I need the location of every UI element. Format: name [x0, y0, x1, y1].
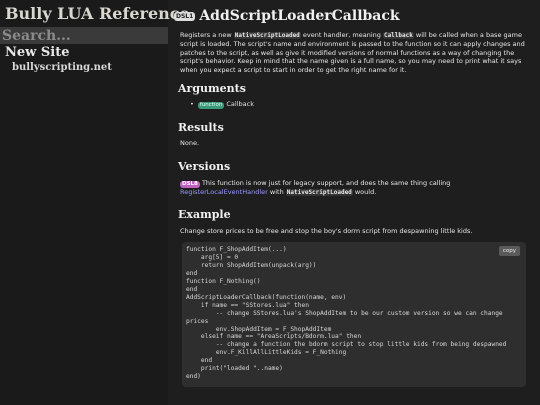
inline-code: Callback: [382, 32, 414, 39]
argument-item: • function Callback: [190, 100, 254, 109]
versions-text: DSL8 This function is now just for legac…: [180, 179, 451, 196]
example-heading: Example: [178, 208, 231, 221]
inline-code: NativeScriptLoaded: [233, 32, 301, 39]
code-block: function F_ShopAddItem(...) arg[5] = 0 r…: [182, 242, 526, 387]
copy-button[interactable]: copy: [498, 246, 520, 256]
description-paragraph: Registers a new NativeScriptLoaded event…: [180, 31, 525, 74]
page-title: AddScriptLoaderCallback: [199, 8, 400, 24]
dsl-version-badge: DSL1: [174, 11, 196, 21]
argument-name: Callback: [226, 100, 254, 108]
versions-heading: Versions: [178, 160, 231, 173]
search-input[interactable]: [0, 27, 168, 44]
site-title[interactable]: Bully LUA Reference: [5, 4, 190, 23]
page-title-row: DSL1 AddScriptLoaderCallback: [174, 8, 400, 24]
new-site-heading: New Site: [5, 45, 70, 60]
arguments-heading: Arguments: [178, 82, 246, 95]
new-site-link[interactable]: bullyscripting.net: [12, 62, 112, 73]
inline-code: NativeScriptLoaded: [285, 189, 353, 196]
dsl-version-badge: DSL8: [180, 181, 200, 188]
register-local-event-handler-link[interactable]: RegisterLocalEventHandler: [180, 188, 268, 196]
type-tag: function: [197, 102, 225, 109]
example-code[interactable]: function F_ShopAddItem(...) arg[5] = 0 r…: [182, 242, 526, 381]
results-text: None.: [180, 139, 200, 147]
example-description: Change store prices to be free and stop …: [180, 227, 473, 235]
sidebar: Bully LUA Reference New Site bullyscript…: [0, 0, 190, 405]
results-heading: Results: [178, 121, 224, 134]
